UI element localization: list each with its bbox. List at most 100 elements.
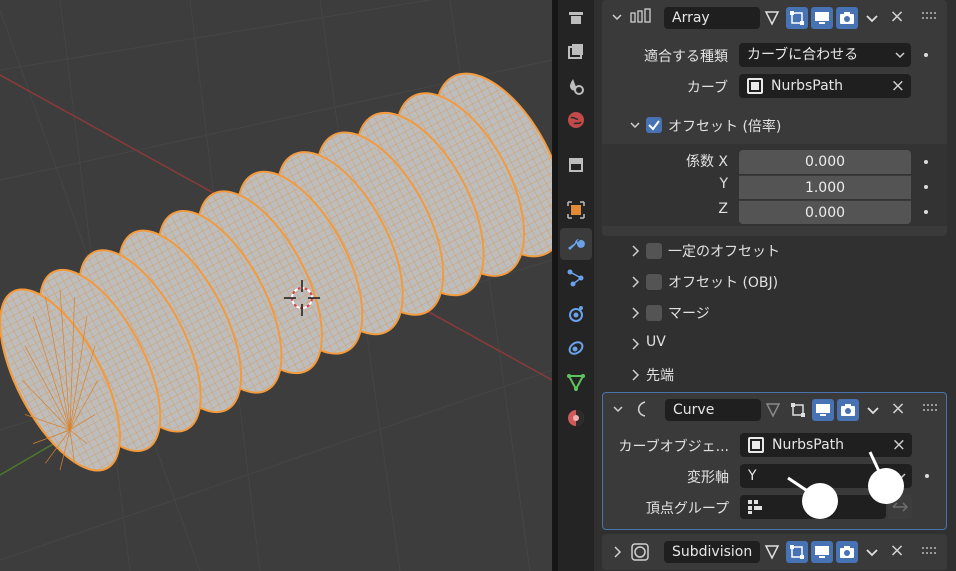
- viewport-display-toggle[interactable]: [811, 7, 833, 29]
- relative-offset-checkbox[interactable]: [646, 117, 662, 133]
- subsection-label: オフセット (OBJ): [668, 275, 779, 291]
- chevron-right-icon[interactable]: [612, 546, 622, 558]
- world-tab[interactable]: [560, 104, 592, 136]
- subsection-object-offset[interactable]: オフセット (OBJ): [602, 266, 947, 297]
- chevron-down-icon[interactable]: [628, 118, 642, 132]
- subsection-uv[interactable]: UV: [602, 328, 947, 359]
- fit-type-value: カーブに合わせる: [747, 47, 859, 63]
- curve-modifier-header: Curve ×: [603, 393, 946, 427]
- collection-tab[interactable]: [560, 148, 592, 180]
- array-modifier-icon: [630, 8, 652, 26]
- modifier-name-field[interactable]: Array: [664, 7, 760, 29]
- curve-object-value: NurbsPath: [771, 78, 844, 94]
- curve-modifier-icon: [637, 401, 646, 417]
- properties-tab-bar: [558, 0, 594, 571]
- render-toggle[interactable]: [837, 399, 859, 421]
- render-toggle[interactable]: [836, 541, 858, 563]
- modifier-name-field[interactable]: Curve: [665, 399, 761, 421]
- subsection-label: 先端: [646, 368, 674, 384]
- cage-icon: [790, 545, 804, 559]
- chevron-down-icon: [895, 52, 905, 59]
- animate-property-dot[interactable]: [924, 160, 928, 164]
- factor-z-label: Z: [718, 201, 728, 217]
- factor-z-field[interactable]: 0.000: [739, 200, 911, 224]
- mesh-data-icon: [567, 374, 585, 392]
- edit-mode-toggle[interactable]: [761, 541, 783, 563]
- material-icon: [568, 410, 584, 426]
- fit-type-label: 適合する種類: [644, 49, 728, 65]
- clear-field-icon[interactable]: ×: [891, 74, 905, 98]
- properties-editor[interactable]: Array × 適合する種類 カーブに合わせる カーブ NurbsPath × …: [594, 0, 956, 571]
- chevron-right-icon: [632, 307, 640, 319]
- animate-property-dot[interactable]: [924, 210, 928, 214]
- modifier-menu-button[interactable]: [861, 541, 883, 563]
- output-tab[interactable]: [560, 36, 592, 68]
- material-tab[interactable]: [560, 402, 592, 434]
- physics-tab[interactable]: [560, 298, 592, 330]
- subsection-caps[interactable]: 先端: [602, 359, 947, 390]
- object-tab[interactable]: [560, 194, 592, 226]
- curve-object-field[interactable]: NurbsPath ×: [739, 74, 911, 98]
- remove-modifier-button[interactable]: ×: [889, 400, 907, 418]
- wrench-icon: [568, 239, 585, 250]
- constraints-tab[interactable]: [560, 332, 592, 364]
- drag-handle-icon[interactable]: [922, 12, 938, 22]
- monitor-icon: [815, 546, 829, 558]
- 3d-viewport[interactable]: [0, 0, 552, 571]
- render-tab[interactable]: [560, 2, 592, 34]
- curve-object-icon: [747, 78, 763, 94]
- chevron-down-icon[interactable]: [610, 10, 624, 24]
- relative-offset-label: オフセット (倍率): [668, 119, 782, 135]
- data-tab[interactable]: [560, 366, 592, 398]
- subsection-label: マージ: [668, 306, 710, 322]
- render-toggle[interactable]: [836, 7, 858, 29]
- merge-checkbox[interactable]: [646, 305, 662, 321]
- chevron-right-icon: [632, 369, 640, 381]
- subsection-constant-offset[interactable]: 一定のオフセット: [602, 235, 947, 266]
- factor-y-field[interactable]: 1.000: [739, 175, 911, 199]
- monitor-icon: [815, 12, 829, 24]
- drag-handle-icon[interactable]: [922, 547, 938, 557]
- cage-toggle[interactable]: [786, 541, 808, 563]
- curve-object-icon: [748, 437, 764, 453]
- modifier-tab[interactable]: [560, 228, 592, 260]
- edit-mode-icon: [764, 545, 780, 560]
- deform-axis-label: 変形軸: [687, 470, 729, 486]
- y-axis-line: [0, 439, 61, 476]
- remove-modifier-button[interactable]: ×: [888, 8, 906, 26]
- subdivision-modifier-header: Subdivision ×: [602, 534, 947, 568]
- object-icon: [567, 201, 585, 219]
- viewport-display-toggle[interactable]: [812, 399, 834, 421]
- animate-property-dot[interactable]: [925, 474, 929, 478]
- modifier-menu-button[interactable]: [862, 399, 884, 421]
- subsection-label: UV: [646, 334, 666, 350]
- remove-modifier-button[interactable]: ×: [888, 542, 906, 560]
- constant-offset-checkbox[interactable]: [646, 243, 662, 259]
- viewport-display-toggle[interactable]: [811, 541, 833, 563]
- object-offset-checkbox[interactable]: [646, 274, 662, 290]
- particles-tab[interactable]: [560, 262, 592, 294]
- viewport-canvas[interactable]: [0, 0, 552, 571]
- array-modifier-panel: Array × 適合する種類 カーブに合わせる カーブ NurbsPath × …: [602, 0, 947, 236]
- chevron-down-icon: [867, 407, 879, 415]
- modifier-name-field[interactable]: Subdivision: [664, 541, 760, 563]
- cage-icon: [790, 11, 804, 25]
- pointer-tails: [787, 451, 886, 500]
- fit-type-dropdown[interactable]: カーブに合わせる: [739, 43, 911, 67]
- edit-mode-toggle[interactable]: [762, 399, 784, 421]
- subsection-merge[interactable]: マージ: [602, 297, 947, 328]
- animate-property-dot[interactable]: [924, 53, 928, 57]
- animate-property-dot[interactable]: [924, 185, 928, 189]
- drag-handle-icon[interactable]: [923, 404, 939, 414]
- cage-toggle[interactable]: [786, 7, 808, 29]
- factor-x-field[interactable]: 0.000: [739, 150, 911, 174]
- modifier-menu-button[interactable]: [861, 7, 883, 29]
- array-modifier-header: Array ×: [602, 0, 947, 34]
- cage-toggle[interactable]: [787, 399, 809, 421]
- edit-mode-icon: [765, 403, 781, 418]
- camera-icon: [840, 546, 854, 558]
- factor-y-label: Y: [719, 176, 728, 192]
- edit-mode-toggle[interactable]: [761, 7, 783, 29]
- chevron-down-icon[interactable]: [611, 402, 625, 416]
- view-layer-tab[interactable]: [560, 70, 592, 102]
